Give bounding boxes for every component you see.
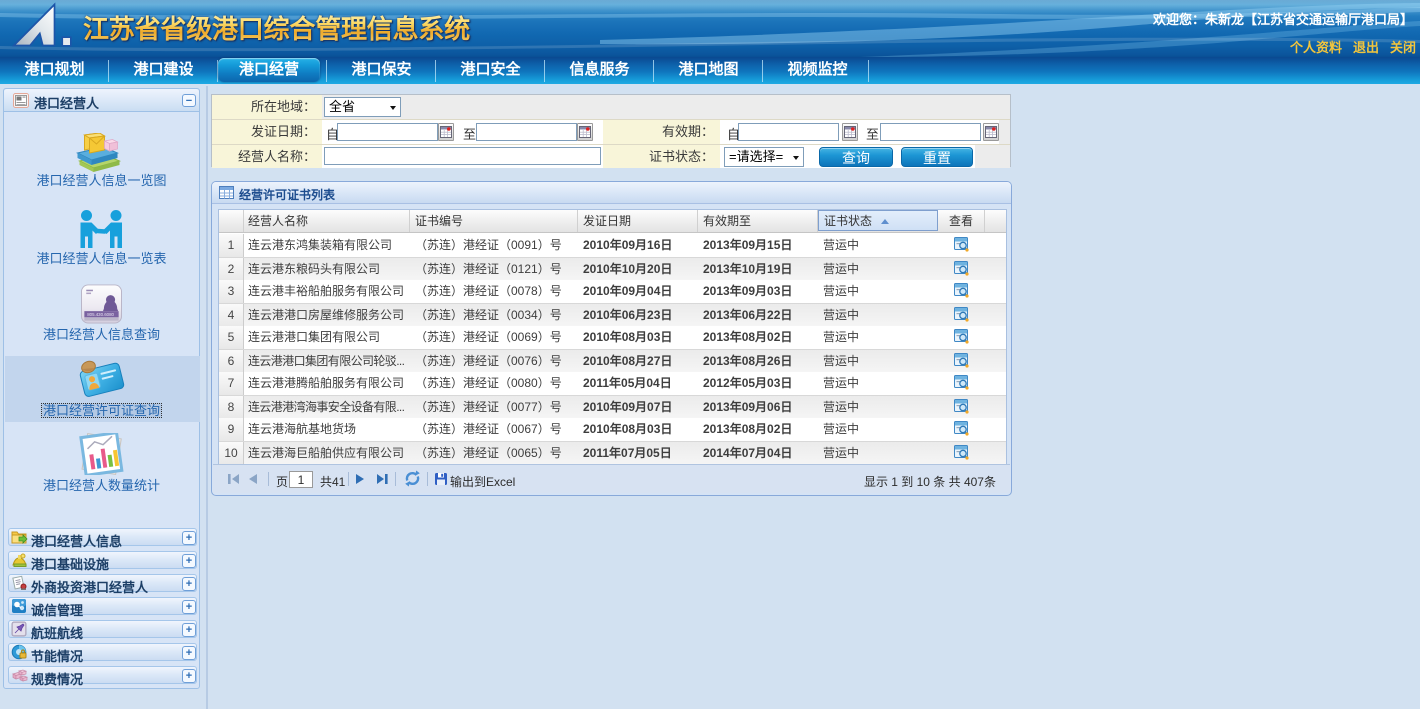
- svg-text:805.430.6080: 805.430.6080: [87, 312, 114, 317]
